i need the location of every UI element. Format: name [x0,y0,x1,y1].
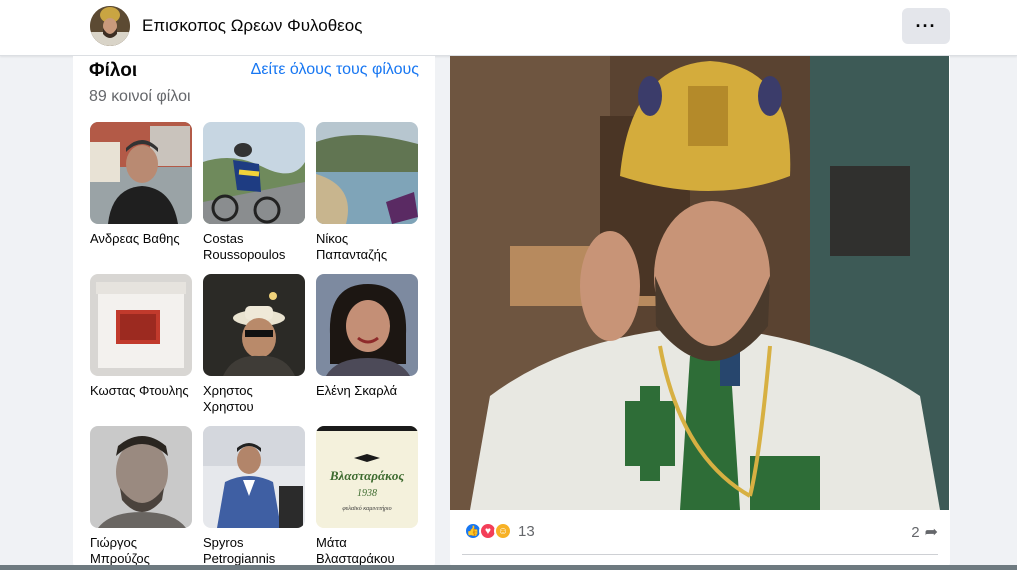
friend-photo[interactable] [203,122,305,224]
friend-photo[interactable] [203,274,305,376]
mutual-friends-count: 89 κοινοί φίλοι [89,88,191,105]
friend-card[interactable]: Ανδρεας Βαθης [90,122,192,247]
post-card: 👍 ♥ ☺ 13 2 ➦ [450,56,950,570]
friend-card[interactable]: Ελένη Σκαρλά [316,274,418,399]
friend-name[interactable]: Costas Roussopoulos [203,231,305,263]
share-arrow-icon: ➦ [924,524,938,541]
friend-name[interactable]: Ελένη Σκαρλά [316,383,418,399]
friends-title: Φίλοι [89,60,138,81]
friend-photo[interactable] [90,122,192,224]
reactions-summary[interactable]: 👍 ♥ ☺ 13 [464,522,535,540]
page-name[interactable]: Επισκοπος Ωρεων Φυλοθεος [142,16,362,36]
friend-card[interactable]: Χρηστος Χρηστου [203,274,305,415]
taskbar-edge [0,565,1017,570]
friend-card[interactable]: Κωστας Φτουλης [90,274,192,399]
friend-card[interactable]: Νίκος Παπανταζής [316,122,418,263]
friend-card[interactable]: Γιώργος Μπρούζος [90,426,192,567]
friend-photo[interactable] [90,274,192,376]
brand-logo-year: 1938 [357,488,377,499]
friend-photo[interactable] [90,426,192,528]
friend-photo[interactable] [203,426,305,528]
friend-card[interactable]: Spyros Petrogiannis [203,426,305,567]
page-avatar[interactable] [90,6,130,46]
friend-photo[interactable] [316,122,418,224]
friend-name[interactable]: Ανδρεας Βαθης [90,231,192,247]
friend-name[interactable]: Χρηστος Χρηστου [203,383,305,415]
share-count: 2 [911,523,920,541]
friend-name[interactable]: Spyros Petrogiannis [203,535,305,567]
see-all-friends-link[interactable]: Δείτε όλους τους φίλους [251,61,419,79]
friend-name[interactable]: Κωστας Φτουλης [90,383,192,399]
friends-card: Φίλοι Δείτε όλους τους φίλους 89 κοινοί … [73,56,435,570]
post-divider [462,554,938,555]
brand-logo-tagline: φυλαϊκό καμινετήριο [342,506,392,512]
friend-name[interactable]: Μάτα Βλασταράκου [316,535,418,567]
friend-name[interactable]: Νίκος Παπανταζής [316,231,418,263]
reaction-count: 13 [518,522,535,540]
friend-photo[interactable] [316,274,418,376]
friend-card[interactable]: Βλασταράκος 1938 φυλαϊκό καμινετήριο Μάτ… [316,426,418,567]
page-header: Επισκοπος Ωρεων Φυλοθεος ··· [0,0,1017,56]
shares-summary[interactable]: 2 ➦ [911,522,938,542]
care-icon: ☺ [494,522,512,540]
more-options-button[interactable]: ··· [902,8,950,44]
friend-photo[interactable]: Βλασταράκος 1938 φυλαϊκό καμινετήριο [316,426,418,528]
brand-logo-text: Βλασταράκος [329,468,405,483]
post-photo[interactable] [450,56,949,510]
friend-card[interactable]: Costas Roussopoulos [203,122,305,263]
friend-name[interactable]: Γιώργος Μπρούζος [90,535,192,567]
